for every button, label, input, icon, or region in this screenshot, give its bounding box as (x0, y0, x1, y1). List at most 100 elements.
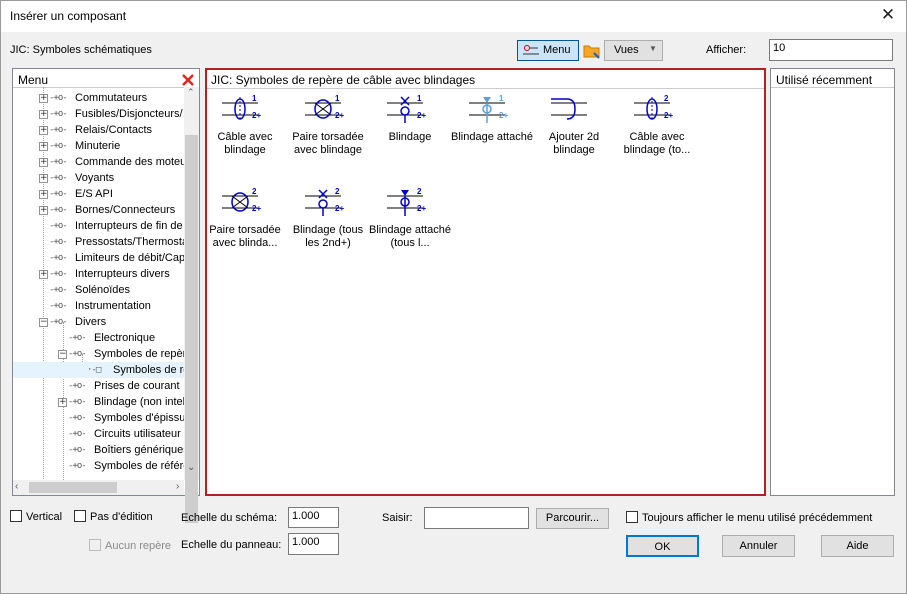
expand-icon[interactable]: + (58, 398, 67, 407)
symbol-number-2: 2+ (252, 111, 261, 120)
symbol-number-1: 2 (335, 187, 340, 196)
delete-icon[interactable] (181, 73, 195, 87)
always-show-checkbox[interactable] (626, 511, 638, 523)
tree-item-label: Symboles de repère (94, 348, 185, 360)
tree-item-label: Commande des moteur (75, 156, 185, 168)
tree-item-label: Voyants (75, 172, 115, 184)
tree-item[interactable]: -+o- Circuits utilisateur (13, 426, 185, 442)
panel-scale-input[interactable]: 1.000 (288, 533, 339, 555)
tree-item-label: E/S API (75, 188, 113, 200)
component-node-icon: -+o- (49, 301, 68, 311)
tree-item[interactable]: -+o- Limiteurs de débit/Capt (13, 250, 185, 266)
symbol-tile[interactable]: 1 2+ Câble avec blindage (204, 93, 286, 157)
tree-item[interactable]: + -+o- Relais/Contacts (13, 122, 185, 138)
tree-item[interactable]: -+o- Interrupteurs de fin de c (13, 218, 185, 234)
symbol-tile[interactable]: 1 2+ Blindage attaché (451, 93, 533, 144)
tree-item[interactable]: + -+o- Bornes/Connecteurs (13, 202, 185, 218)
expand-icon[interactable]: + (39, 126, 48, 135)
tree-item[interactable]: -+o- Prises de courant (13, 378, 185, 394)
symbol-tile[interactable]: Ajouter 2d blindage (533, 93, 615, 157)
recent-panel-title: Utilisé récemment (776, 73, 873, 87)
tree-item[interactable]: + -+o- Commutateurs (13, 90, 185, 106)
tree-item-label: Blindage (non intell (94, 396, 185, 408)
symbol-number-2: 2+ (417, 111, 426, 120)
expand-icon[interactable]: + (39, 142, 48, 151)
symbol-label: Blindage (tous les 2nd+) (292, 224, 364, 249)
folder-button[interactable] (581, 40, 602, 61)
symbol-tile[interactable]: 2 2+ Paire torsadée avec blinda... (204, 186, 286, 250)
tree-item-label: Limiteurs de débit/Capt (75, 252, 185, 264)
ok-button[interactable]: OK (626, 535, 699, 557)
cable-shield-icon: 2 2+ (204, 186, 286, 220)
tree-item[interactable]: − -+o- Divers (13, 314, 185, 330)
expand-icon[interactable]: + (39, 94, 48, 103)
tree-vertical-scrollbar[interactable]: ⌃ ⌄ (184, 87, 199, 523)
tree-item-label: Fusibles/Disjoncteurs/ (75, 108, 183, 120)
menu-button[interactable]: Menu (517, 40, 579, 61)
tree-item[interactable]: + -+o- Commande des moteur (13, 154, 185, 170)
scroll-up-icon[interactable]: ⌃ (187, 87, 195, 98)
symbol-number-2: 2+ (664, 111, 673, 120)
tree-item[interactable]: − -+o- Symboles de repère (13, 346, 185, 362)
tree-item[interactable]: ·-□ Symboles de re (13, 362, 185, 378)
tree-item[interactable]: + -+o- E/S API (13, 186, 185, 202)
symbol-tile[interactable]: 2 2+ Câble avec blindage (to... (616, 93, 698, 157)
tree-item[interactable]: + -+o- Voyants (13, 170, 185, 186)
no-edit-checkbox[interactable] (74, 510, 86, 522)
expand-icon[interactable]: + (39, 174, 48, 183)
component-node-icon: -+o- (68, 445, 87, 455)
scroll-right-icon[interactable]: › (176, 481, 179, 492)
tree-item[interactable]: + -+o- Blindage (non intell (13, 394, 185, 410)
tree-item[interactable]: + -+o- Interrupteurs divers (13, 266, 185, 282)
component-node-icon: -+o- (49, 205, 68, 215)
window-title: Insérer un composant (10, 9, 127, 23)
component-node-icon: -+o- (49, 125, 68, 135)
tree-item[interactable]: -+o- Symboles de référe (13, 458, 185, 474)
scroll-down-icon[interactable]: ⌄ (187, 462, 195, 473)
no-marker-checkbox[interactable] (89, 539, 101, 551)
symbol-tile[interactable]: 1 2+ Paire torsadée avec blindage (287, 93, 369, 157)
divider (207, 88, 764, 89)
close-icon[interactable]: ✕ (878, 5, 898, 25)
cancel-button[interactable]: Annuler (722, 535, 795, 557)
tree-item[interactable]: -+o- Electronique (13, 330, 185, 346)
show-count-input[interactable]: 10 (769, 39, 893, 61)
tree-item[interactable]: -+o- Pressostats/Thermosta (13, 234, 185, 250)
tree-item[interactable]: + -+o- Fusibles/Disjoncteurs/ (13, 106, 185, 122)
expand-icon[interactable]: + (39, 110, 48, 119)
symbol-tile[interactable]: 2 2+ Blindage attaché (tous l... (369, 186, 451, 250)
tree-item-label: Symboles de référe (94, 460, 185, 472)
menu-panel-title: Menu (18, 73, 49, 87)
tree-item-label: Circuits utilisateur (94, 428, 181, 440)
schema-scale-input[interactable]: 1.000 (288, 507, 339, 528)
show-label: Afficher: (706, 44, 747, 56)
symbol-number-1: 1 (417, 94, 422, 103)
expand-icon[interactable]: + (39, 270, 48, 279)
views-dropdown[interactable]: Vues ▼ (604, 40, 663, 61)
hscrollbar-thumb[interactable] (29, 482, 117, 493)
tree-horizontal-scrollbar[interactable]: ‹ › (13, 480, 184, 495)
symbol-number-1: 1 (252, 94, 257, 103)
collapse-icon[interactable]: − (58, 350, 67, 359)
symbol-number-1: 2 (252, 187, 257, 196)
tree-item-label: Solénoïdes (75, 284, 131, 296)
enter-input[interactable] (424, 507, 529, 529)
collapse-icon[interactable]: − (39, 318, 48, 327)
symbol-tile[interactable]: 2 2+ Blindage (tous les 2nd+) (287, 186, 369, 250)
scroll-left-icon[interactable]: ‹ (15, 481, 18, 492)
expand-icon[interactable]: + (39, 158, 48, 167)
symbol-tile[interactable]: 1 2+ Blindage (369, 93, 451, 144)
tree-item[interactable]: + -+o- Minuterie (13, 138, 185, 154)
tree-item[interactable]: -+o- Boîtiers génériques (13, 442, 185, 458)
expand-icon[interactable]: + (39, 206, 48, 215)
symbol-label: Blindage attaché (tous l... (369, 224, 451, 249)
expand-icon[interactable]: + (39, 190, 48, 199)
symbol-number-1: 1 (499, 94, 504, 103)
vertical-checkbox[interactable] (10, 510, 22, 522)
component-node-icon: -+o- (49, 141, 68, 151)
tree-item[interactable]: -+o- Solénoïdes (13, 282, 185, 298)
browse-button[interactable]: Parcourir... (536, 508, 609, 529)
tree-item[interactable]: -+o- Instrumentation (13, 298, 185, 314)
tree-item[interactable]: -+o- Symboles d'épissur (13, 410, 185, 426)
help-button[interactable]: Aide (821, 535, 894, 557)
